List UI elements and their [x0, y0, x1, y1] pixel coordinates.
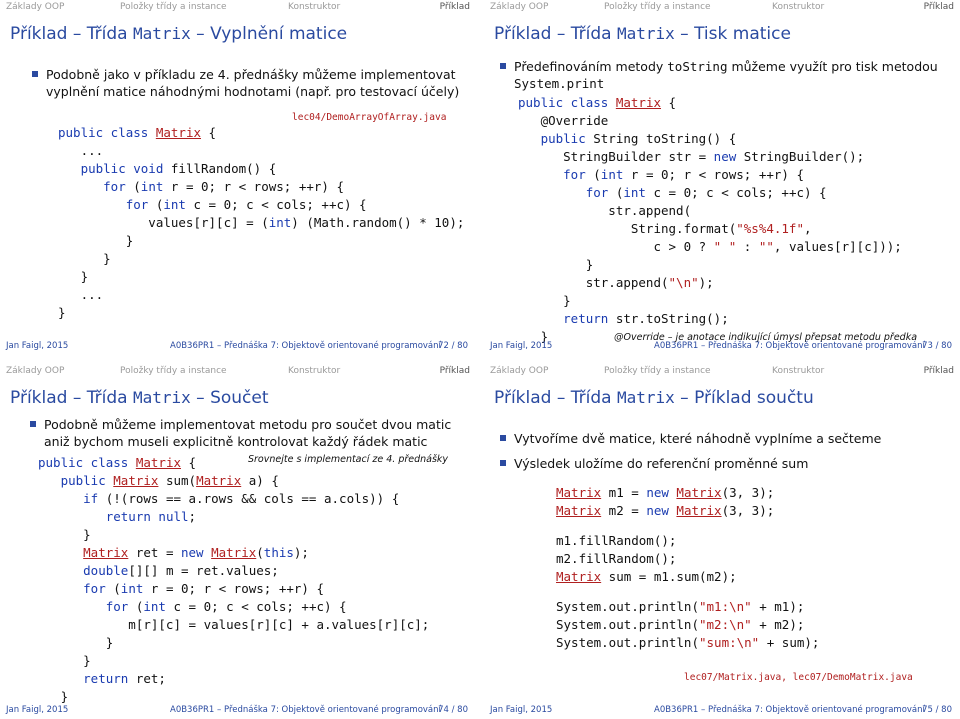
- slide-75: Základy OOP Položky třídy a instance Kon…: [484, 364, 960, 718]
- footer-author: Jan Faigl, 2015: [490, 341, 553, 351]
- bullet-list: Podobně můžeme implementovat metodu pro …: [28, 416, 458, 453]
- nav-zaklady-oop[interactable]: Základy OOP: [490, 2, 548, 12]
- bullet-text: Vytvoříme dvě matice, které náhodně vypl…: [514, 431, 882, 446]
- footer-course: A0B36PR1 – Přednáška 7: Objektově orient…: [170, 705, 441, 715]
- page-number: 74 / 80: [438, 705, 468, 715]
- nav-bar: Základy OOP Položky třídy a instance Kon…: [0, 364, 476, 378]
- page-number: 72 / 80: [438, 341, 468, 351]
- slide-title: Příklad – Třída Matrix – Součet: [10, 388, 269, 408]
- nav-bar: Základy OOP Položky třídy a instance Kon…: [484, 364, 960, 378]
- title-class-name: Matrix: [132, 388, 191, 407]
- nav-konstruktor[interactable]: Konstruktor: [772, 366, 824, 376]
- nav-polozky[interactable]: Položky třídy a instance: [604, 2, 711, 12]
- nav-bar: Základy OOP Položky třídy a instance Kon…: [0, 0, 476, 14]
- slide-74: Základy OOP Položky třídy a instance Kon…: [0, 364, 476, 718]
- code-block: public class Matrix { @Override public S…: [518, 95, 902, 344]
- nav-konstruktor[interactable]: Konstruktor: [288, 2, 340, 12]
- title-text: Příklad – Třída: [494, 24, 617, 44]
- code-block: public class Matrix { public Matrix sum(…: [38, 455, 430, 704]
- file-reference: lec07/Matrix.java, lec07/DemoMatrix.java: [684, 672, 913, 683]
- bullet-item: Vytvoříme dvě matice, které náhodně vypl…: [498, 430, 938, 447]
- slide-73: Základy OOP Položky třídy a instance Kon…: [484, 0, 960, 354]
- slide-title: Příklad – Třída Matrix – Tisk matice: [494, 24, 791, 44]
- slide-footer: Jan Faigl, 2015 A0B36PR1 – Přednáška 7: …: [484, 704, 960, 718]
- slide-title: Příklad – Třída Matrix – Příklad součtu: [494, 388, 814, 408]
- nav-konstruktor[interactable]: Konstruktor: [288, 366, 340, 376]
- bullet-item: Výsledek uložíme do referenční proměnné …: [498, 455, 938, 472]
- bullet-list: Předefinováním metody toString můžeme vy…: [498, 58, 938, 95]
- slide-72: Základy OOP Položky třídy a instance Kon…: [0, 0, 476, 354]
- bullet-marker: [500, 435, 506, 441]
- footer-author: Jan Faigl, 2015: [6, 341, 69, 351]
- bullet-text: Podobně jako v příkladu ze 4. přednášky …: [46, 67, 460, 99]
- page-number: 73 / 80: [922, 341, 952, 351]
- code-block: public class Matrix { ... public void fi…: [58, 125, 465, 320]
- title-text: Příklad – Třída: [10, 24, 133, 44]
- page-number: 75 / 80: [922, 705, 952, 715]
- title-suffix: – Vyplnění matice: [190, 24, 348, 44]
- title-suffix: – Součet: [190, 388, 269, 408]
- code-block: Matrix m1 = new Matrix(3, 3); Matrix m2 =…: [556, 485, 820, 650]
- bullet-marker: [30, 421, 36, 427]
- slide-footer: Jan Faigl, 2015 A0B36PR1 – Přednáška 7: …: [0, 340, 476, 354]
- footer-course: A0B36PR1 – Přednáška 7: Objektově orient…: [654, 341, 925, 351]
- slide-footer: Jan Faigl, 2015 A0B36PR1 – Přednáška 7: …: [484, 340, 960, 354]
- bullet-text: Podobně můžeme implementovat metodu pro …: [44, 417, 452, 449]
- title-class-name: Matrix: [132, 24, 191, 43]
- bullet-text: Předefinováním metody: [514, 59, 668, 74]
- bullet-marker: [500, 460, 506, 466]
- bullet-item: Podobně jako v příkladu ze 4. přednášky …: [30, 66, 460, 100]
- nav-priklad[interactable]: Příklad: [924, 2, 954, 12]
- nav-polozky[interactable]: Položky třídy a instance: [120, 366, 227, 376]
- title-class-name: Matrix: [616, 24, 675, 43]
- nav-zaklady-oop[interactable]: Základy OOP: [6, 2, 64, 12]
- bullet-text: Výsledek uložíme do referenční proměnné …: [514, 456, 809, 471]
- footer-author: Jan Faigl, 2015: [490, 705, 553, 715]
- nav-bar: Základy OOP Položky třídy a instance Kon…: [484, 0, 960, 14]
- slide-footer: Jan Faigl, 2015 A0B36PR1 – Přednáška 7: …: [0, 704, 476, 718]
- footer-course: A0B36PR1 – Přednáška 7: Objektově orient…: [654, 705, 925, 715]
- slide-title: Příklad – Třída Matrix – Vyplnění matice: [10, 24, 347, 44]
- footer-author: Jan Faigl, 2015: [6, 705, 69, 715]
- bullet-list: Vytvoříme dvě matice, které náhodně vypl…: [498, 430, 938, 475]
- title-text: Příklad – Třída: [10, 388, 133, 408]
- bullet-item: Podobně můžeme implementovat metodu pro …: [28, 416, 458, 450]
- nav-polozky[interactable]: Položky třídy a instance: [120, 2, 227, 12]
- nav-zaklady-oop[interactable]: Základy OOP: [6, 366, 64, 376]
- bullet-method-name: toString: [667, 59, 728, 74]
- bullet-marker: [32, 71, 38, 77]
- bullet-marker: [500, 63, 506, 69]
- title-suffix: – Příklad součtu: [674, 388, 814, 408]
- bullet-list: Podobně jako v příkladu ze 4. přednášky …: [30, 66, 460, 103]
- bullet-item: Předefinováním metody toString můžeme vy…: [498, 58, 938, 92]
- footer-course: A0B36PR1 – Přednáška 7: Objektově orient…: [170, 341, 441, 351]
- nav-konstruktor[interactable]: Konstruktor: [772, 2, 824, 12]
- nav-priklad[interactable]: Příklad: [924, 366, 954, 376]
- bullet-text-mid: můžeme využít pro tisk metodou: [727, 59, 938, 74]
- title-class-name: Matrix: [616, 388, 675, 407]
- nav-priklad[interactable]: Příklad: [440, 366, 470, 376]
- title-text: Příklad – Třída: [494, 388, 617, 408]
- bullet-print-name: System.print: [514, 76, 605, 91]
- nav-polozky[interactable]: Položky třídy a instance: [604, 366, 711, 376]
- file-reference: lec04/DemoArrayOfArray.java: [292, 112, 447, 123]
- nav-priklad[interactable]: Příklad: [440, 2, 470, 12]
- title-suffix: – Tisk matice: [674, 24, 791, 44]
- nav-zaklady-oop[interactable]: Základy OOP: [490, 366, 548, 376]
